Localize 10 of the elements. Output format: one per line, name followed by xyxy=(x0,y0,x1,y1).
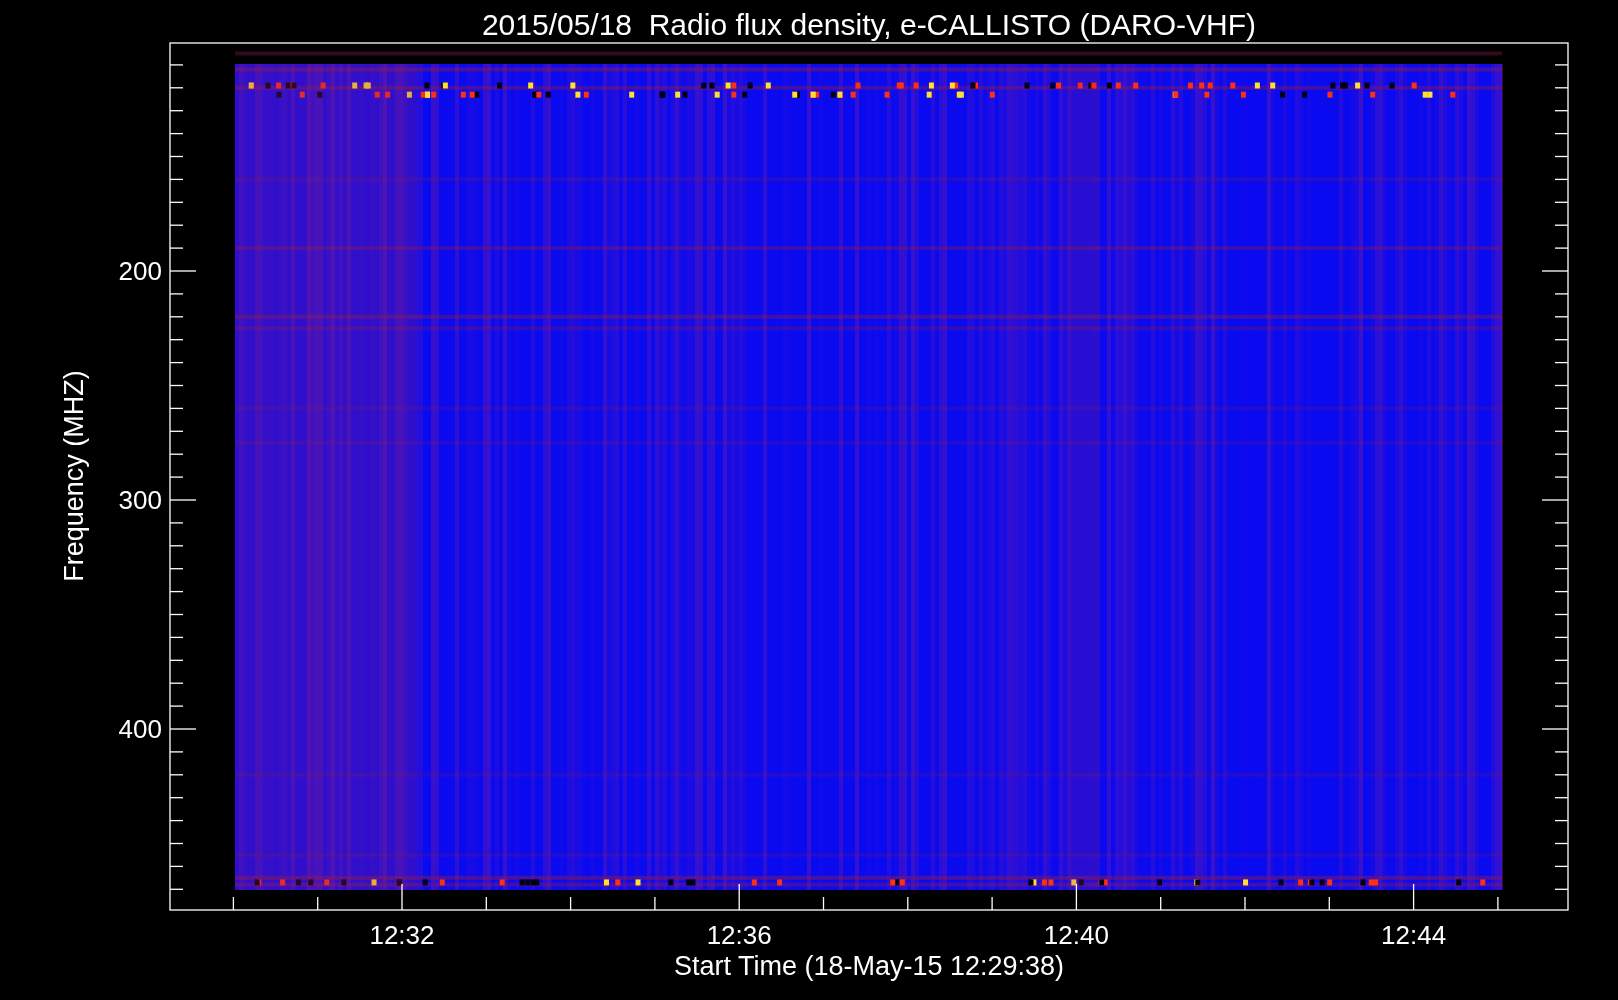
axis-label: Start Time (18-May-15 12:29:38) xyxy=(672,950,1066,982)
tick-label: 12:36 xyxy=(705,920,773,950)
tick-label: 400 xyxy=(117,714,162,744)
tick-label: 12:32 xyxy=(368,920,436,950)
tick-label: 12:44 xyxy=(1380,920,1448,950)
tick-label: 12:40 xyxy=(1042,920,1110,950)
tick-label: 200 xyxy=(117,256,162,286)
chart-title: 2015/05/18 Radio flux density, e-CALLISTO (DARO-VHF) xyxy=(480,7,1258,43)
axis-label: Frequency (MHZ) xyxy=(58,369,90,584)
tick-label: 300 xyxy=(117,485,162,515)
